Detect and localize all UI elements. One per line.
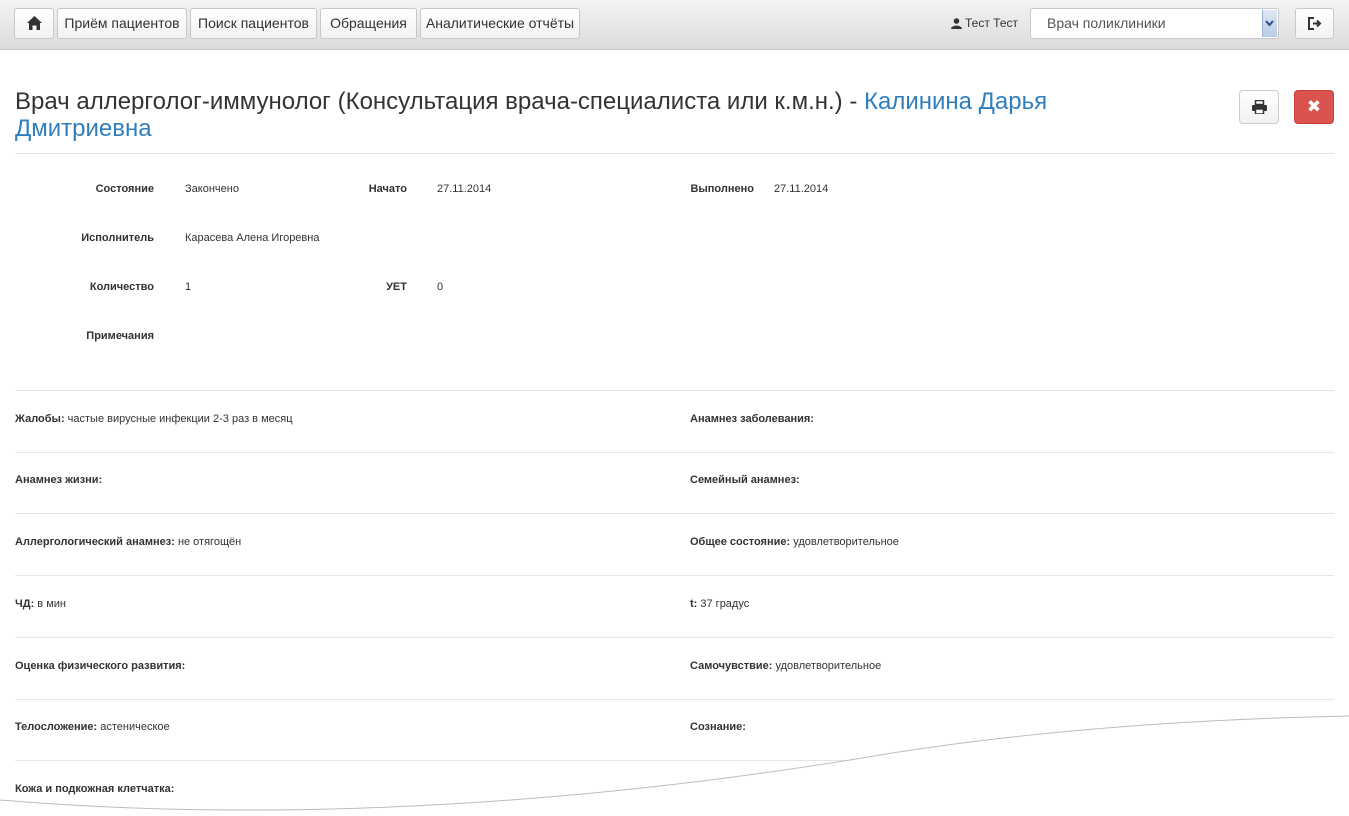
status-value: Закончено — [185, 183, 239, 195]
nav-appeals[interactable]: Обращения — [320, 8, 417, 39]
select-arrow[interactable] — [1262, 10, 1277, 37]
respiratory-rate-field: ЧД: в мин — [15, 598, 66, 610]
nav-patient-intake[interactable]: Приём пациентов — [57, 8, 187, 39]
uet-value: 0 — [437, 281, 444, 293]
user-icon — [951, 17, 962, 29]
uet-label: УЕТ — [386, 281, 407, 293]
nav-patient-search[interactable]: Поиск пациентов — [190, 8, 317, 39]
top-navbar: Приём пациентов Поиск пациентов Обращени… — [0, 0, 1349, 50]
status-label: Состояние — [95, 183, 154, 195]
close-icon: ✖ — [1306, 97, 1322, 116]
print-icon — [1252, 99, 1267, 115]
home-button[interactable] — [14, 8, 54, 39]
completed-value: 27.11.2014 — [774, 183, 829, 195]
divider — [15, 637, 1334, 638]
complaints-field: Жалобы: частые вирусные инфекции 2-3 раз… — [15, 413, 293, 425]
quantity-value: 1 — [185, 281, 192, 293]
started-label: Начато — [368, 183, 407, 195]
close-button[interactable]: ✖ — [1294, 90, 1334, 124]
logout-icon — [1307, 17, 1321, 30]
wellbeing-field: Самочувствие: удовлетворительное — [690, 660, 882, 672]
home-icon — [26, 16, 42, 30]
current-user[interactable]: Тест Тест — [951, 16, 1018, 30]
completed-label: Выполнено — [690, 183, 754, 195]
page-title: Врач аллерголог-иммунолог (Консультация … — [15, 88, 1115, 142]
quantity-label: Количество — [89, 281, 154, 293]
divider — [15, 575, 1334, 576]
executor-label: Исполнитель — [81, 232, 154, 244]
disease-history-field: Анамнез заболевания: — [690, 413, 814, 425]
service-title: Врач аллерголог-иммунолог (Консультация … — [15, 88, 858, 115]
executor-value: Карасева Алена Игоревна — [185, 232, 320, 244]
nav-analytic-reports[interactable]: Аналитические отчёты — [420, 8, 580, 39]
divider — [15, 452, 1334, 453]
role-select-value: Врач поликлиники — [1047, 15, 1166, 31]
started-value: 27.11.2014 — [437, 183, 492, 195]
torn-edge — [0, 715, 1349, 816]
notes-label: Примечания — [86, 330, 154, 342]
allergy-history-field: Аллергологический анамнез: не отягощён — [15, 536, 242, 548]
divider — [15, 513, 1334, 514]
divider — [15, 153, 1334, 154]
role-select[interactable]: Врач поликлиники — [1030, 8, 1279, 39]
divider — [15, 390, 1334, 391]
chevron-down-icon — [1265, 20, 1274, 27]
temperature-field: t: 37 градус — [690, 598, 750, 610]
family-history-field: Семейный анамнез: — [690, 474, 800, 486]
physical-development-field: Оценка физического развития: — [15, 660, 186, 672]
general-condition-field: Общее состояние: удовлетворительное — [690, 536, 899, 548]
life-history-field: Анамнез жизни: — [15, 474, 103, 486]
print-button[interactable] — [1239, 90, 1279, 124]
user-name: Тест Тест — [965, 16, 1018, 30]
logout-button[interactable] — [1295, 8, 1334, 39]
